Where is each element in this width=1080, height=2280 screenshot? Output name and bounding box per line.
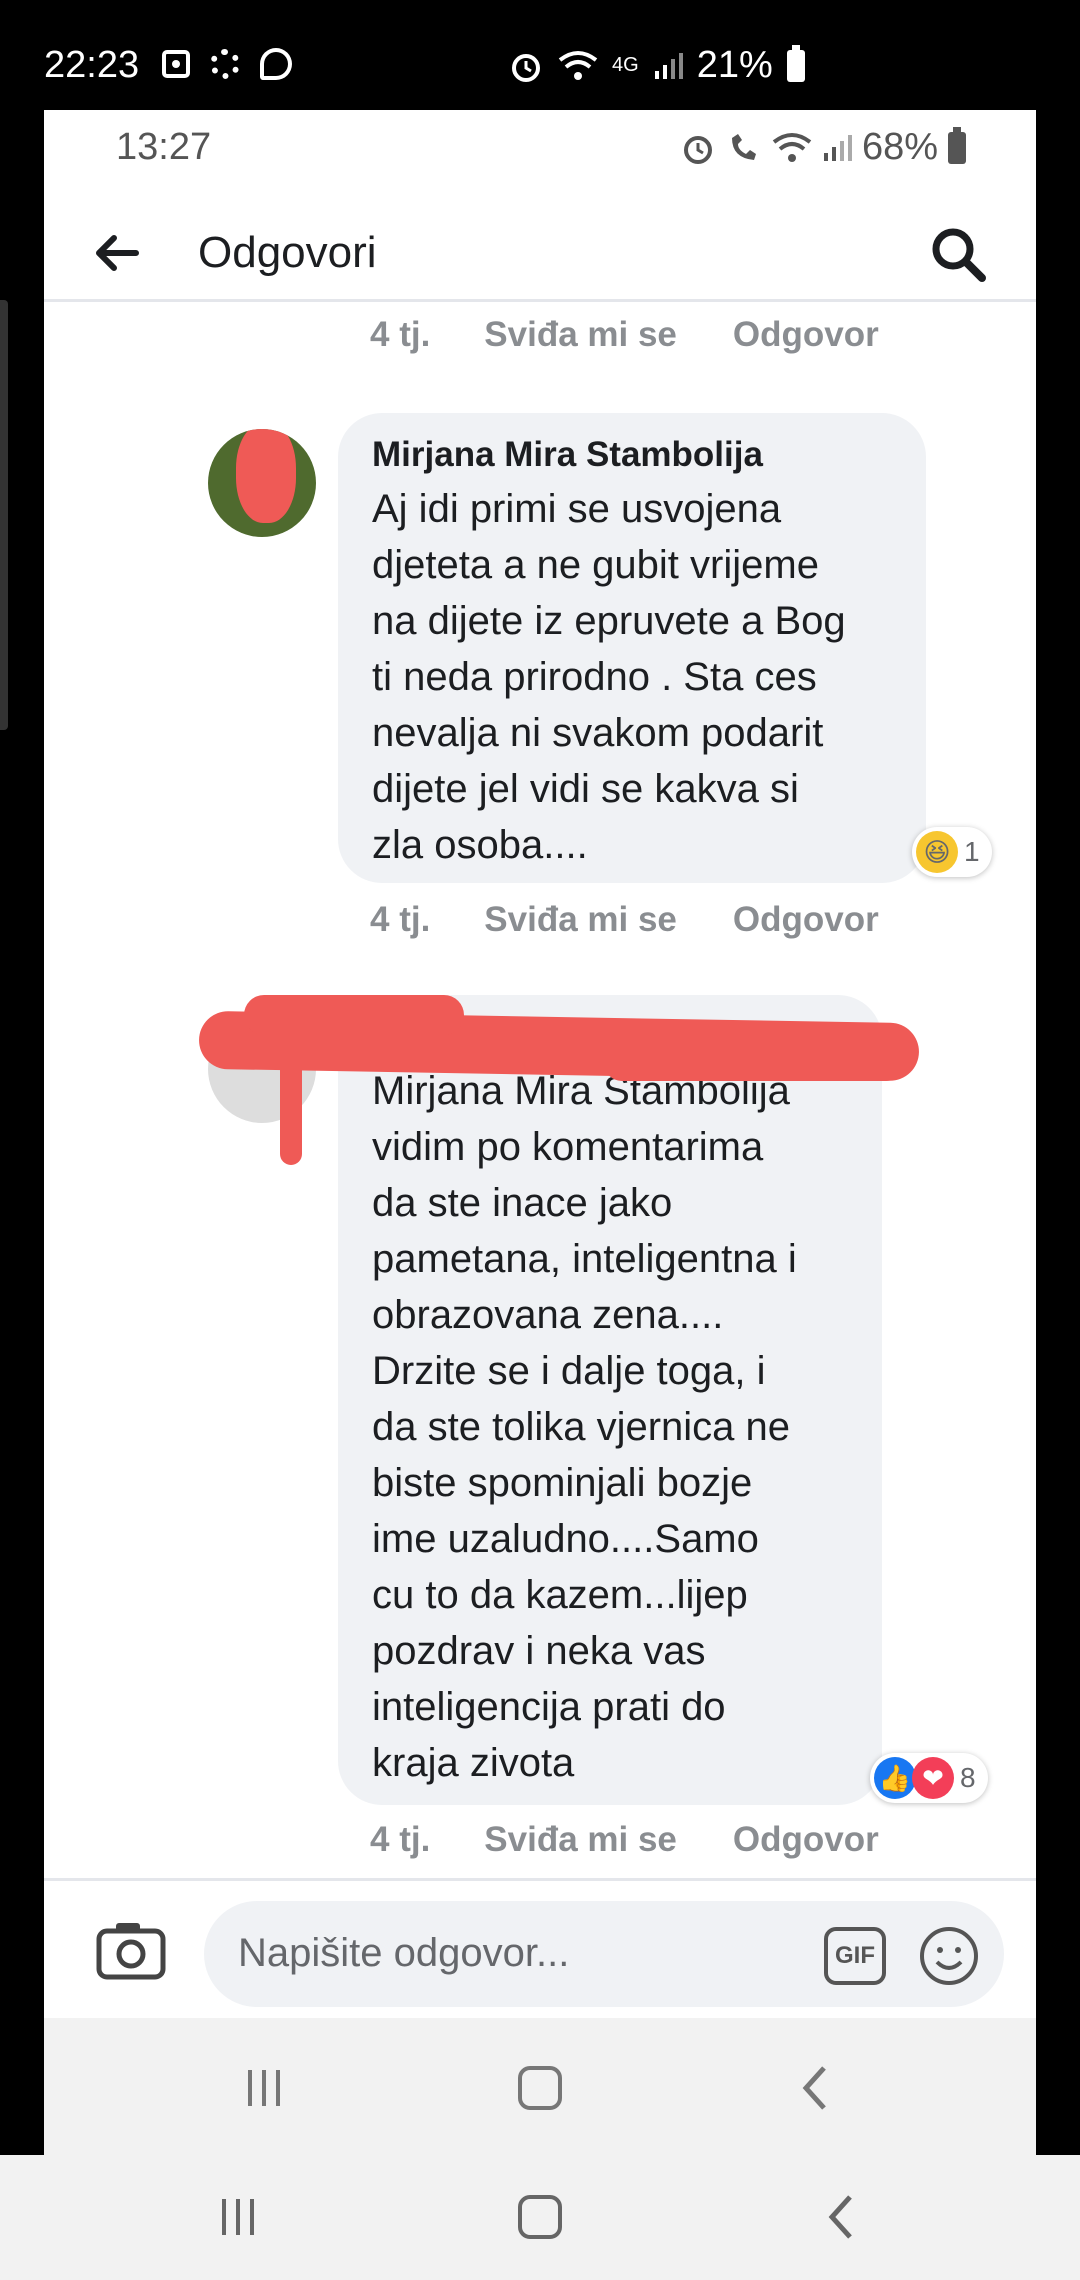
name-redaction: [604, 1045, 904, 1081]
messenger-icon: [260, 48, 292, 80]
app-status-icons: 68%: [680, 126, 966, 169]
smile-icon[interactable]: [918, 1925, 980, 1987]
reply-placeholder: Napišite odgovor...: [238, 1931, 570, 1975]
avatar-redaction: [236, 429, 296, 523]
comment-thread[interactable]: 4 tj. Sviđa mi se Odgovor Mirjana Mira S…: [44, 305, 1036, 1875]
reaction-count: 8: [960, 1762, 976, 1793]
screenshot-icon: [162, 50, 190, 78]
replies-header: Odgovori: [44, 202, 1036, 302]
reply-composer: Napišite odgovor... GIF: [44, 1878, 1036, 2018]
system-icons: 4G 21%: [508, 44, 805, 87]
like-link[interactable]: Sviđa mi se: [484, 900, 677, 940]
comment-meta: 4 tj. Sviđa mi se Odgovor: [370, 1820, 879, 1860]
chevron-left-icon[interactable]: [812, 2187, 872, 2247]
signal-icon: [823, 134, 852, 161]
comment-author[interactable]: Mirjana Mira Stambolija: [372, 435, 894, 475]
app-nav-bar: [44, 2018, 1036, 2155]
like-reaction-icon: 👍: [874, 1757, 916, 1799]
name-redaction: [244, 995, 464, 1035]
notification-icons: [162, 48, 292, 80]
device-clock: 22:23: [44, 44, 140, 86]
device-status-bar: 22:23 4G 21%: [0, 0, 1080, 110]
comment-text: Aj idi primi se usvojena djeteta a ne gu…: [372, 487, 846, 867]
chevron-left-icon[interactable]: [786, 2058, 846, 2118]
home-icon[interactable]: [510, 2187, 570, 2247]
comment-meta: 4 tj. Sviđa mi se Odgovor: [370, 315, 879, 355]
recents-icon[interactable]: [234, 2058, 294, 2118]
comment-bubble[interactable]: Mirjana Mira Stambolija vidim po komenta…: [338, 995, 882, 1805]
arrow-left-icon[interactable]: [92, 228, 142, 278]
alarm-icon: [683, 135, 712, 164]
reply-link[interactable]: Odgovor: [733, 315, 879, 355]
home-icon[interactable]: [510, 2058, 570, 2118]
comment-text: Mirjana Mira Stambolija vidim po komenta…: [372, 1069, 797, 1785]
reply-link[interactable]: Odgovor: [733, 1820, 879, 1860]
device-nav-bar: [0, 2155, 1080, 2280]
like-link[interactable]: Sviđa mi se: [484, 315, 677, 355]
comment-age: 4 tj.: [370, 315, 431, 354]
comment-meta: 4 tj. Sviđa mi se Odgovor: [370, 900, 879, 940]
battery-icon: [786, 44, 805, 82]
haha-reaction-icon: 😆: [916, 831, 958, 873]
app-clock: 13:27: [116, 126, 212, 168]
reply-link[interactable]: Odgovor: [733, 900, 879, 940]
avatar[interactable]: [208, 429, 316, 537]
camera-icon[interactable]: [96, 1919, 166, 1981]
wifi-call-icon: [731, 133, 756, 160]
like-link[interactable]: Sviđa mi se: [484, 1820, 677, 1860]
love-reaction-icon: ❤: [912, 1757, 954, 1799]
wifi-icon: [772, 132, 812, 162]
reaction-count: 1: [964, 836, 980, 867]
edge-panel-handle[interactable]: [0, 300, 8, 730]
reply-input[interactable]: Napišite odgovor... GIF: [204, 1901, 1004, 2007]
app-battery-level: 68%: [861, 126, 938, 168]
comment-bubble[interactable]: Mirjana Mira Stambolija Aj idi primi se …: [338, 413, 926, 883]
reaction-summary[interactable]: 👍 ❤ 8: [870, 1753, 988, 1803]
page-title: Odgovori: [198, 228, 377, 277]
network-type: 4G: [612, 54, 639, 76]
app-status-bar: 13:27 68%: [44, 110, 1036, 180]
settings-icon: [210, 49, 240, 79]
comment-age: 4 tj.: [370, 1820, 431, 1859]
signal-icon: [654, 52, 683, 79]
comment-age: 4 tj.: [370, 900, 431, 939]
wifi-icon: [558, 50, 598, 80]
alarm-icon: [512, 53, 540, 82]
recents-icon[interactable]: [208, 2187, 268, 2247]
reaction-summary[interactable]: 😆 1: [912, 827, 992, 877]
gif-button[interactable]: GIF: [824, 1927, 886, 1985]
device-battery-level: 21%: [696, 44, 773, 86]
battery-icon: [948, 126, 966, 164]
app-screen: 13:27 68% Odgovori 4 tj. Sviđa mi se Odg…: [44, 110, 1036, 2155]
name-redaction: [280, 995, 302, 1165]
search-icon[interactable]: [928, 224, 988, 284]
